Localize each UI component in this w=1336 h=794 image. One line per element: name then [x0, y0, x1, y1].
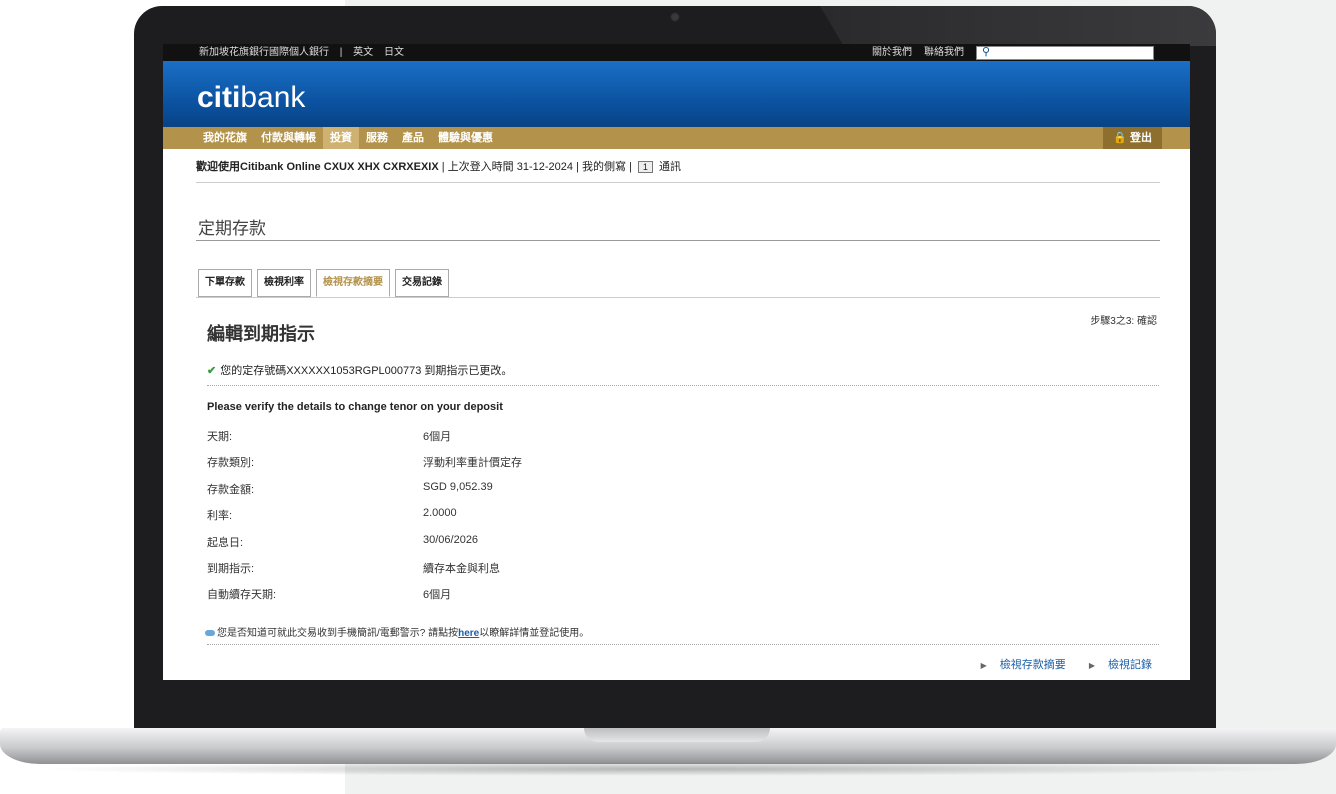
messages-link[interactable]: 通訊: [659, 161, 681, 173]
nav-offers[interactable]: 體驗與優惠: [431, 127, 500, 149]
verify-title: Please verify the details to change teno…: [207, 401, 503, 413]
logout-button[interactable]: 🔒 登出: [1103, 127, 1162, 149]
nav-products[interactable]: 產品: [395, 127, 431, 149]
section-heading: 編輯到期指示: [207, 324, 315, 344]
user-name: CXUX XHX CXRXEXIX: [323, 161, 439, 173]
dotted-divider: [207, 385, 1159, 386]
last-login: | 上次登入時間 31-12-2024 | 我的側寫 |: [441, 161, 632, 173]
dotted-divider: [207, 644, 1159, 645]
lang-japanese-link[interactable]: 日文: [384, 47, 404, 58]
tab-underline: [196, 297, 1160, 298]
divider: [196, 240, 1160, 241]
step-indicator: 步驟3之3: 確認: [1090, 316, 1157, 327]
nav-investments[interactable]: 投資: [323, 127, 359, 149]
tab-bar: 下單存款 檢視利率 檢視存款摘要 交易記錄: [198, 269, 454, 297]
nav-services[interactable]: 服務: [359, 127, 395, 149]
tab-deposit-summary[interactable]: 檢視存款摘要: [316, 269, 390, 297]
search-icon[interactable]: ⚲: [982, 44, 990, 61]
main-nav: 我的花旗 付款與轉帳 投資 服務 產品 體驗與優惠 🔒 登出: [163, 127, 1190, 149]
citibank-logo[interactable]: citibank: [197, 81, 305, 115]
alert-tip: 您是否知道可就此交易收到手機簡訊/電郵警示? 請點按here以瞭解詳情並登記使用…: [205, 624, 589, 639]
site-name-link[interactable]: 新加坡花旗銀行國際個人銀行: [199, 47, 329, 58]
nav-payments[interactable]: 付款與轉帳: [254, 127, 323, 149]
search-input[interactable]: ⚲: [976, 46, 1154, 60]
arrow-right-icon: ▶: [980, 661, 987, 670]
lid-glare: [820, 6, 1216, 46]
view-history-link[interactable]: ▶ 檢視記錄: [1079, 659, 1152, 671]
lang-english-link[interactable]: 英文: [353, 47, 373, 58]
view-summary-link[interactable]: ▶ 檢視存款摘要: [971, 659, 1066, 671]
tab-transaction-history[interactable]: 交易記錄: [395, 269, 449, 297]
contact-us-link[interactable]: 聯絡我們: [924, 44, 964, 61]
checkmark-icon: ✔: [207, 365, 217, 377]
laptop-notch: [584, 728, 770, 742]
top-utility-bar: 新加坡花旗銀行國際個人銀行 | 英文 日文 關於我們 聯絡我們 ⚲: [163, 44, 1190, 61]
webcam: [670, 12, 680, 22]
welcome-bar: 歡迎使用Citibank Online CXUX XHX CXRXEXIX | …: [196, 158, 681, 174]
separator: |: [339, 47, 343, 58]
about-us-link[interactable]: 關於我們: [872, 44, 912, 61]
divider: [196, 182, 1160, 183]
tab-view-rates[interactable]: 檢視利率: [257, 269, 311, 297]
header-banner: citibank: [163, 61, 1190, 127]
page-title: 定期存款: [198, 219, 266, 238]
message-count-badge[interactable]: 1: [637, 161, 653, 173]
chat-bubble-icon: [205, 630, 215, 637]
welcome-text: 歡迎使用Citibank Online: [196, 161, 321, 173]
here-link[interactable]: here: [458, 628, 479, 639]
success-message: ✔ 您的定存號碼XXXXXX1053RGPL000773 到期指示已更改。: [207, 365, 513, 377]
arrow-right-icon: ▶: [1088, 661, 1095, 670]
laptop-shadow: [30, 762, 1306, 776]
bottom-links: ▶ 檢視存款摘要 ▶ 檢視記錄: [961, 656, 1152, 672]
nav-my-citi[interactable]: 我的花旗: [196, 127, 254, 149]
tab-place-deposit[interactable]: 下單存款: [198, 269, 252, 297]
laptop-screen: 新加坡花旗銀行國際個人銀行 | 英文 日文 關於我們 聯絡我們 ⚲ citiba…: [163, 44, 1190, 680]
